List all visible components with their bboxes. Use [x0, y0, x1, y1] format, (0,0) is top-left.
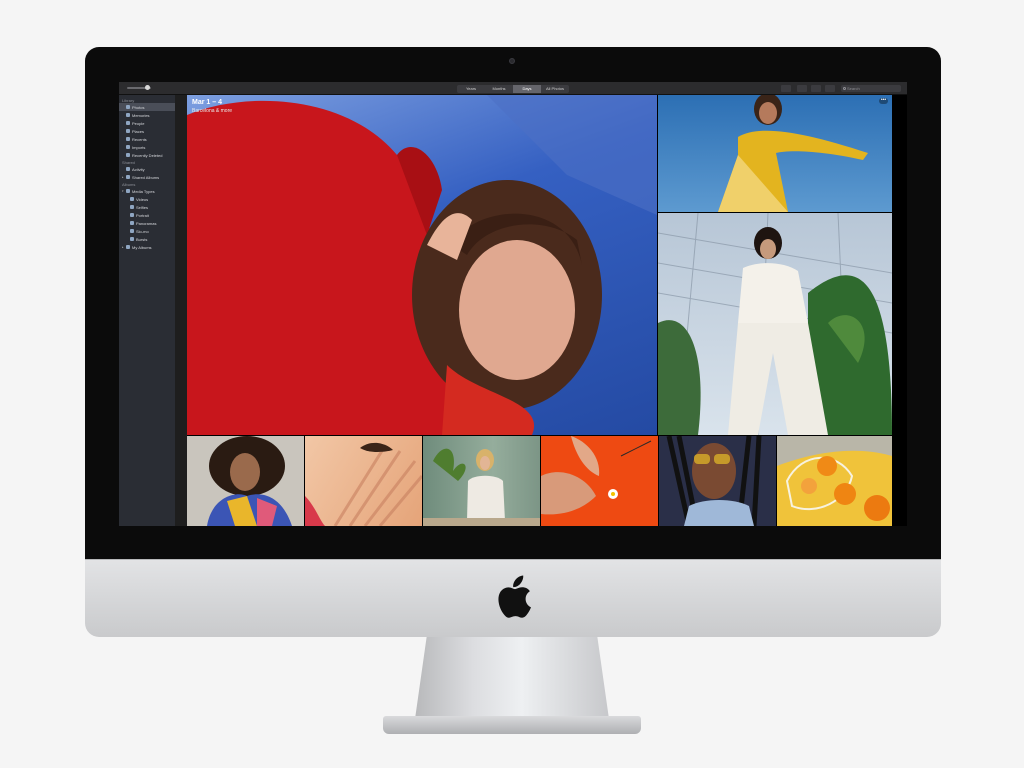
- imac-foot: [383, 716, 641, 734]
- my-albums-icon: [126, 245, 130, 249]
- info-button[interactable]: [781, 85, 791, 92]
- segment-years[interactable]: Years: [457, 85, 485, 93]
- rotate-button[interactable]: [825, 85, 835, 92]
- sidebar-item-label: Videos: [136, 196, 149, 202]
- sidebar-item-label: Places: [132, 128, 145, 134]
- segment-months[interactable]: Months: [485, 85, 513, 93]
- photo-sunglasses-art: [659, 436, 776, 526]
- favorite-button[interactable]: [811, 85, 821, 92]
- hero-photo[interactable]: Mar 1 – 4 Barcelona & more: [187, 95, 657, 435]
- sidebar-item-label: Portrait: [136, 212, 149, 218]
- sidebar-item-slo-mo[interactable]: Slo-mo: [119, 227, 175, 235]
- share-button[interactable]: [797, 85, 807, 92]
- toolbar: Years Months Days All Photos Search: [119, 82, 907, 95]
- sidebar-item-activity[interactable]: Activity: [119, 165, 175, 173]
- sidebar: Library Photos Memories People Places Recents…: [119, 95, 175, 526]
- apple-logo-icon: [498, 575, 531, 618]
- sidebar-item-places[interactable]: Places: [119, 127, 175, 135]
- segment-days[interactable]: Days: [513, 85, 541, 93]
- search-field[interactable]: Search: [841, 85, 901, 92]
- videos-icon: [130, 197, 134, 201]
- photo-greenhouse-art: [658, 213, 892, 435]
- photo-yellow-dress-art: [718, 95, 868, 212]
- day-subtitle: Barcelona & more: [192, 108, 233, 114]
- day-title: Mar 1 – 4: [192, 99, 222, 106]
- chevron-down-icon[interactable]: ▾: [122, 189, 125, 193]
- photo-sunglasses[interactable]: [659, 436, 776, 526]
- sidebar-item-my-albums[interactable]: ▸ My Albums: [119, 243, 175, 251]
- panoramas-icon: [130, 221, 134, 225]
- photo-curly-hair[interactable]: [187, 436, 304, 526]
- sidebar-item-bursts[interactable]: Bursts: [119, 235, 175, 243]
- search-placeholder: Search: [847, 86, 860, 91]
- photo-plants-woman-art: [423, 448, 540, 526]
- photos-icon: [126, 105, 130, 109]
- selfies-icon: [130, 205, 134, 209]
- sidebar-item-label: Media Types: [132, 188, 155, 194]
- sidebar-item-label: Recents: [132, 136, 147, 142]
- more-button[interactable]: •••: [879, 98, 888, 104]
- sidebar-item-portrait[interactable]: Portrait: [119, 211, 175, 219]
- places-icon: [126, 129, 130, 133]
- sidebar-item-imports[interactable]: Imports: [119, 143, 175, 151]
- sidebar-item-label: Recently Deleted: [132, 152, 163, 158]
- photo-shadow-face-art: [305, 442, 422, 526]
- sidebar-item-label: My Albums: [132, 244, 152, 250]
- sidebar-item-label: Selfies: [136, 204, 149, 210]
- photo-greenhouse[interactable]: [658, 213, 892, 435]
- imports-icon: [126, 145, 130, 149]
- zoom-slider-knob[interactable]: [145, 85, 150, 90]
- imac-stand: [415, 637, 609, 719]
- photo-orange-flower[interactable]: [541, 436, 658, 526]
- chevron-right-icon[interactable]: ▸: [122, 245, 125, 249]
- photo-oranges-art: [777, 436, 892, 521]
- sidebar-item-selfies[interactable]: Selfies: [119, 203, 175, 211]
- bursts-icon: [130, 237, 134, 241]
- sidebar-item-label: Activity: [132, 166, 145, 172]
- sidebar-item-label: Shared Albums: [132, 174, 160, 180]
- people-icon: [126, 121, 130, 125]
- sidebar-item-label: Panoramas: [136, 220, 157, 226]
- view-segmented-control: Years Months Days All Photos: [457, 85, 569, 93]
- media-types-icon: [126, 189, 130, 193]
- segment-all-photos[interactable]: All Photos: [541, 85, 569, 93]
- sidebar-item-label: People: [132, 120, 145, 126]
- sidebar-item-media-types[interactable]: ▾ Media Types: [119, 187, 175, 195]
- sidebar-item-label: Slo-mo: [136, 228, 149, 234]
- photo-oranges[interactable]: [777, 436, 892, 526]
- photo-curly-hair-art: [207, 436, 292, 526]
- trash-icon: [126, 153, 130, 157]
- shared-albums-icon: [126, 175, 130, 179]
- search-icon: [843, 87, 846, 90]
- sidebar-item-label: Bursts: [136, 236, 148, 242]
- photos-app-window: Years Months Days All Photos Search Libr…: [119, 82, 907, 526]
- sidebar-item-videos[interactable]: Videos: [119, 195, 175, 203]
- recents-icon: [126, 137, 130, 141]
- sidebar-item-recently-deleted[interactable]: Recently Deleted: [119, 151, 175, 159]
- photo-shadow-face[interactable]: [305, 436, 422, 526]
- sidebar-item-label: Photos: [132, 104, 145, 110]
- sidebar-item-label: Memories: [132, 112, 150, 118]
- camera-icon: [509, 58, 515, 64]
- memories-icon: [126, 113, 130, 117]
- photo-orange-flower-art: [541, 436, 652, 515]
- sidebar-item-memories[interactable]: Memories: [119, 111, 175, 119]
- hero-photo-art: [187, 95, 657, 435]
- portrait-icon: [130, 213, 134, 217]
- sidebar-item-recents[interactable]: Recents: [119, 135, 175, 143]
- activity-icon: [126, 167, 130, 171]
- sidebar-item-label: Imports: [132, 144, 146, 150]
- photo-plants-woman[interactable]: [423, 436, 540, 526]
- sidebar-item-photos[interactable]: Photos: [119, 103, 175, 111]
- zoom-slider[interactable]: [123, 85, 155, 90]
- chevron-right-icon[interactable]: ▸: [122, 175, 125, 179]
- sidebar-item-panoramas[interactable]: Panoramas: [119, 219, 175, 227]
- sidebar-item-people[interactable]: People: [119, 119, 175, 127]
- photo-yellow-dress[interactable]: •••: [658, 95, 892, 212]
- days-view: Mar 1 – 4 Barcelona & more •••: [187, 95, 907, 526]
- slomo-icon: [130, 229, 134, 233]
- sidebar-item-shared-albums[interactable]: ▸ Shared Albums: [119, 173, 175, 181]
